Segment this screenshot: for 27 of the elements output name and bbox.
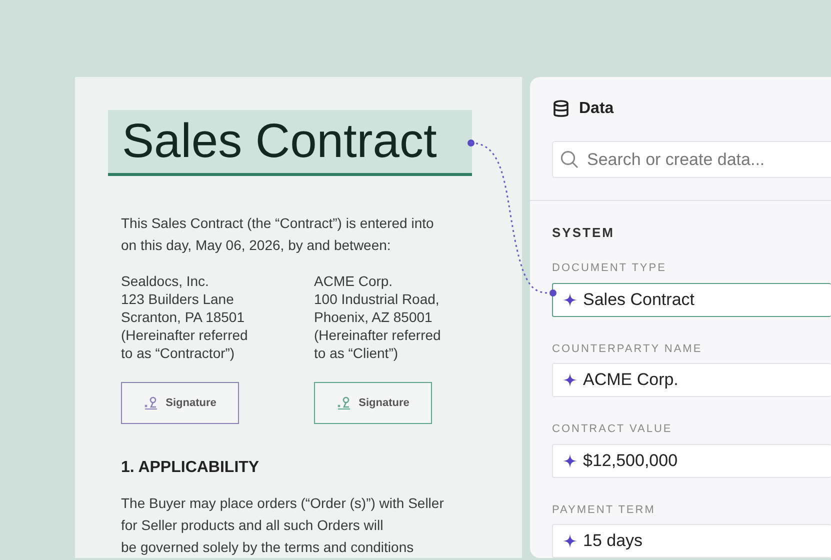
sparkle-icon <box>563 454 577 468</box>
search-field[interactable]: Search or create data... <box>552 141 831 178</box>
signature-icon <box>144 396 158 410</box>
signature-icon <box>336 396 351 410</box>
value-field[interactable]: 15 days <box>552 524 831 558</box>
section-heading: 1. APPLICABILITY <box>121 458 260 478</box>
field-label: PAYMENT TERM <box>552 502 656 518</box>
field-label: DOCUMENT TYPE <box>552 261 668 276</box>
value-field[interactable]: Sales Contract <box>552 282 831 317</box>
value-field[interactable]: $12,500,000 <box>552 444 831 478</box>
signature-button[interactable]: Signature <box>121 382 239 424</box>
sparkle-icon <box>563 373 577 388</box>
search-icon <box>560 150 579 169</box>
database-icon <box>553 100 569 118</box>
field-label: CONTRACT VALUE <box>552 422 674 438</box>
intro-paragraph: This Sales Contract (the “Contract”) is entered into on this day, May 06, 2026, by and between: <box>121 214 435 255</box>
group-heading: SYSTEM <box>552 224 616 242</box>
party-address: ACME Corp. 100 Industrial Road, Phoenix, AZ 85001 (Hereinafter referred to as “Client”) <box>314 272 442 362</box>
panel-title: Data <box>579 99 614 119</box>
sparkle-icon <box>563 292 577 307</box>
value-field[interactable]: ACME Corp. <box>552 363 831 398</box>
sparkle-icon <box>563 534 577 548</box>
signature-button[interactable]: Signature <box>314 382 432 424</box>
section-paragraph: The Buyer may place orders (“Order (s)”) with Seller for Seller products and all such Orders will be governed solely by the terms and conditions <box>121 494 445 557</box>
party-address: Sealdocs, Inc. 123 Builders Lane Scranton, PA 18501 (Hereinafter referred to as “Contractor”) <box>121 272 249 362</box>
document-title: Sales Contract <box>108 110 472 176</box>
field-label: COUNTERPARTY NAME <box>552 342 704 357</box>
